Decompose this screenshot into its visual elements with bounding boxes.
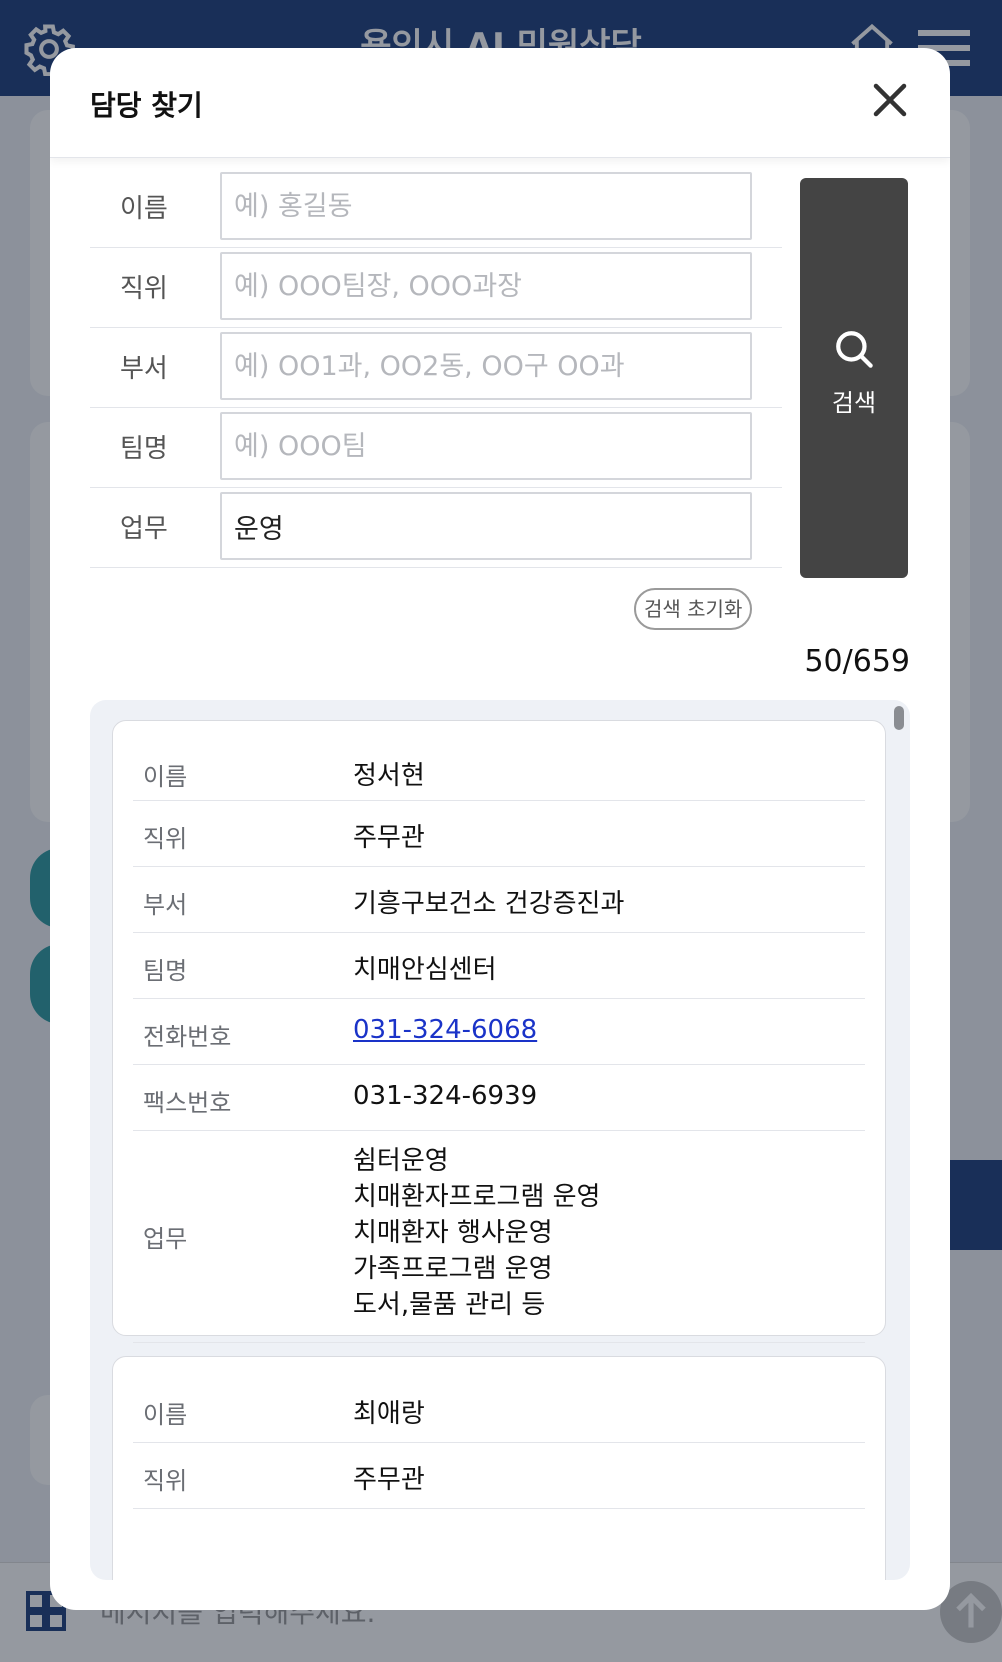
modal-title: 담당 찾기	[90, 89, 203, 122]
form-row-duty: 업무	[90, 488, 782, 568]
reset-search-button[interactable]: 검색 초기화	[634, 588, 753, 630]
result-card: 이름 최애랑 직위 주무관	[112, 1356, 886, 1580]
field-label: 팀명	[143, 957, 188, 985]
name-input[interactable]	[220, 172, 752, 240]
close-icon[interactable]	[870, 80, 910, 120]
field-label: 전화번호	[143, 1023, 232, 1051]
search-button-label: 검색	[831, 389, 877, 417]
form-row-name: 이름	[90, 168, 782, 248]
phone-link[interactable]: 031-324-6068	[353, 1015, 537, 1045]
result-row-phone: 전화번호 031-324-6068	[133, 999, 865, 1065]
result-count: 50/659	[804, 644, 910, 679]
team-label: 팀명	[120, 434, 168, 464]
result-row-duty: 업무 쉼터운영 치매환자프로그램 운영 치매환자 행사운영 가족프로그램 운영 …	[133, 1131, 865, 1343]
duty-list: 쉼터운영 치매환자프로그램 운영 치매환자 행사운영 가족프로그램 운영 도서,…	[353, 1143, 600, 1323]
result-row-position: 직위 주무관	[133, 1443, 865, 1509]
field-value: 031-324-6939	[353, 1081, 538, 1111]
search-form: 이름 직위 부서 팀명 업무	[90, 168, 782, 568]
team-input[interactable]	[220, 412, 752, 480]
staff-search-modal: 담당 찾기 이름 직위 부서 팀명 업무 검색	[50, 48, 950, 1610]
field-value: 기흥구보건소 건강증진과	[353, 889, 625, 919]
result-row-department: 부서 기흥구보건소 건강증진과	[133, 867, 865, 933]
duty-item: 치매환자프로그램 운영	[353, 1182, 601, 1212]
result-row-position: 직위 주무관	[133, 801, 865, 867]
field-label: 업무	[143, 1225, 188, 1253]
field-value: 주무관	[353, 1465, 425, 1495]
field-label: 이름	[143, 1401, 188, 1429]
result-row-name: 이름 정서현	[133, 741, 865, 801]
scrollbar-thumb[interactable]	[894, 706, 904, 730]
result-card: 이름 정서현 직위 주무관 부서 기흥구보건소 건강증진과 팀명 치매안심센터 …	[112, 720, 886, 1343]
department-input[interactable]	[220, 332, 752, 400]
field-value: 주무관	[353, 823, 425, 853]
search-icon	[836, 331, 873, 368]
field-label: 부서	[143, 891, 188, 919]
duty-item: 쉼터운영	[353, 1146, 449, 1176]
form-row-department: 부서	[90, 328, 782, 408]
field-label: 이름	[143, 763, 188, 791]
duty-item: 도서,물품 관리 등	[353, 1290, 546, 1320]
position-input[interactable]	[220, 252, 752, 320]
field-value: 031-324-6068	[353, 1015, 537, 1045]
result-row-fax: 팩스번호 031-324-6939	[133, 1065, 865, 1131]
field-value: 정서현	[353, 761, 425, 791]
department-label: 부서	[120, 354, 168, 384]
field-label: 직위	[143, 1467, 188, 1495]
search-button[interactable]: 검색	[800, 178, 908, 578]
duty-item: 가족프로그램 운영	[353, 1254, 553, 1284]
field-label: 팩스번호	[143, 1089, 232, 1117]
results-list[interactable]: 이름 정서현 직위 주무관 부서 기흥구보건소 건강증진과 팀명 치매안심센터 …	[90, 700, 910, 1580]
result-row-team: 팀명 치매안심센터	[133, 933, 865, 999]
field-value: 최애랑	[353, 1399, 425, 1429]
form-row-position: 직위	[90, 248, 782, 328]
duty-label: 업무	[120, 514, 168, 544]
duty-input[interactable]	[220, 492, 752, 560]
field-label: 직위	[143, 825, 188, 853]
form-row-team: 팀명	[90, 408, 782, 488]
name-label: 이름	[120, 194, 168, 224]
field-value: 치매안심센터	[353, 955, 497, 985]
position-label: 직위	[120, 274, 168, 304]
modal-header: 담당 찾기	[50, 48, 950, 158]
result-row-name: 이름 최애랑	[133, 1377, 865, 1443]
duty-item: 치매환자 행사운영	[353, 1218, 553, 1248]
